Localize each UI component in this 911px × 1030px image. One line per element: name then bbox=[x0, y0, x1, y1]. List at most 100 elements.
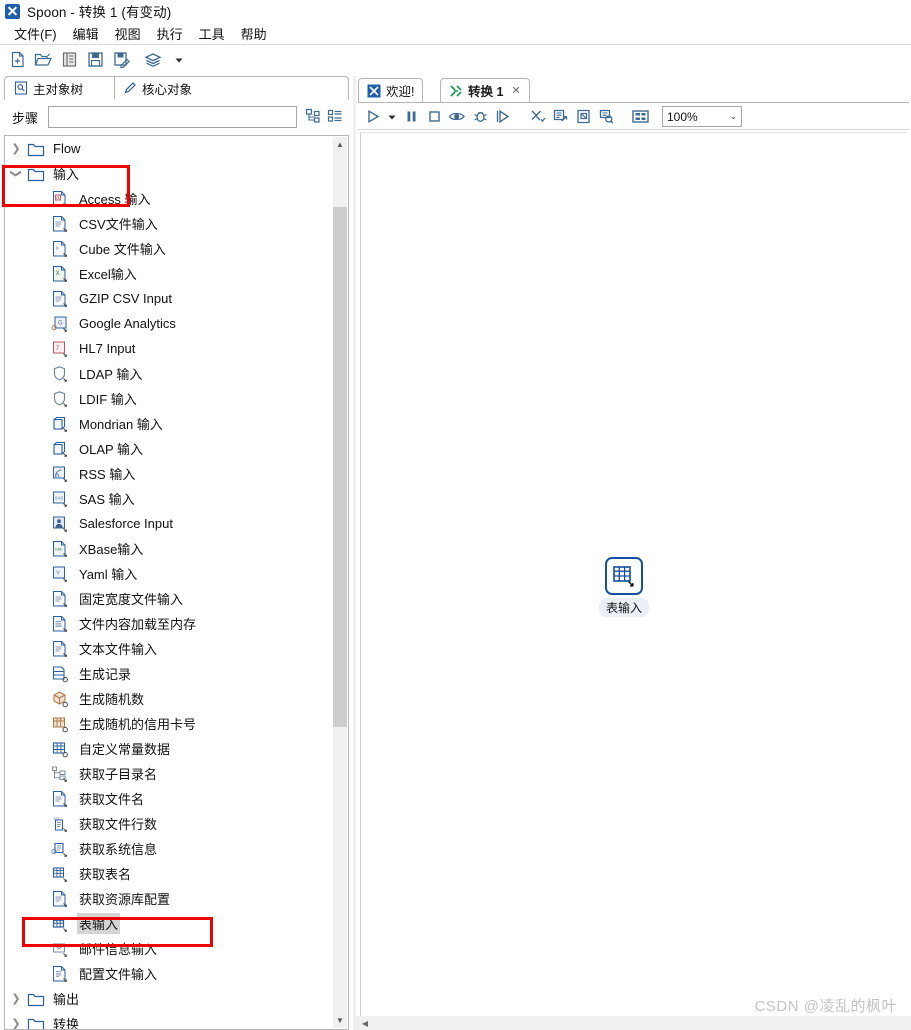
new-file-icon[interactable] bbox=[5, 48, 29, 72]
list-view-icon[interactable] bbox=[327, 108, 343, 127]
tree-step-row[interactable]: DBF XBase输入 bbox=[5, 536, 335, 561]
core-objects-tree[interactable]: ❯ Flow ❯ 输入 A Access 输入 CSV文件输入 # Cube 文件输入 X Exce… bbox=[4, 135, 349, 1030]
tree-row-label: 输入 bbox=[53, 167, 80, 182]
tree-row-label: 输出 bbox=[53, 992, 80, 1007]
tree-row-label: 生成随机的信用卡号 bbox=[79, 717, 197, 732]
transformation-log-icon[interactable] bbox=[549, 106, 571, 128]
scroll-up-arrow[interactable]: ▲ bbox=[333, 137, 347, 152]
tree-row-label: 配置文件输入 bbox=[79, 967, 158, 982]
tree-row-label: Yaml 输入 bbox=[79, 567, 138, 582]
zoom-level-select[interactable]: 100% ⌄ bbox=[662, 106, 742, 127]
tree-step-row[interactable]: 获取资源库配置 bbox=[5, 886, 335, 911]
get-table-names-icon bbox=[51, 865, 69, 883]
canvas-horizontal-scrollbar[interactable]: ◀ bbox=[356, 1016, 911, 1030]
replay-icon[interactable] bbox=[492, 106, 514, 128]
menu-run[interactable]: 执行 bbox=[149, 23, 191, 44]
tree-step-row[interactable]: LDAP 输入 bbox=[5, 361, 335, 386]
generate-credit-card-icon bbox=[51, 715, 69, 733]
tree-step-row[interactable]: 生成随机的信用卡号 bbox=[5, 711, 335, 736]
tree-folder-row[interactable]: ❯ Flow bbox=[5, 136, 335, 161]
tree-step-row[interactable]: 自定义常量数据 bbox=[5, 736, 335, 761]
tab-core-objects[interactable]: 核心对象 bbox=[114, 77, 201, 99]
tree-step-row[interactable]: 表输入 bbox=[5, 911, 335, 936]
tree-step-row[interactable]: X Excel输入 bbox=[5, 261, 335, 286]
tree-step-row[interactable]: 文本文件输入 bbox=[5, 636, 335, 661]
scrollbar-thumb[interactable] bbox=[333, 207, 347, 727]
scroll-down-arrow[interactable]: ▼ bbox=[333, 1013, 347, 1028]
preview-icon[interactable] bbox=[446, 106, 468, 128]
save-as-icon[interactable] bbox=[109, 48, 133, 72]
gzip-csv-input-icon bbox=[51, 290, 69, 308]
tree-step-row[interactable]: i 获取系统信息 bbox=[5, 836, 335, 861]
tree-step-row[interactable]: 配置文件输入 bbox=[5, 961, 335, 986]
svg-text:Y: Y bbox=[56, 571, 60, 577]
tree-step-row[interactable]: 文件内容加载至内存 bbox=[5, 611, 335, 636]
tree-step-row[interactable]: Mondrian 输入 bbox=[5, 411, 335, 436]
chevron-right-icon[interactable]: ❯ bbox=[5, 1017, 27, 1029]
tree-step-row[interactable]: RSS 输入 bbox=[5, 461, 335, 486]
tab-transformation-1[interactable]: 转换 1 ✕ bbox=[440, 78, 530, 102]
tree-folder-row[interactable]: ❯ 输入 bbox=[5, 161, 335, 186]
tree-step-row[interactable]: 获取表名 bbox=[5, 861, 335, 886]
xbase-input-icon: DBF bbox=[51, 540, 69, 558]
tree-step-row[interactable]: CSV文件输入 bbox=[5, 211, 335, 236]
tree-step-row[interactable]: SAS SAS 输入 bbox=[5, 486, 335, 511]
tree-step-row[interactable]: Y Yaml 输入 bbox=[5, 561, 335, 586]
layers-icon[interactable] bbox=[141, 48, 165, 72]
tree-step-row[interactable]: 生成随机数 bbox=[5, 686, 335, 711]
tree-row-label: LDIF 输入 bbox=[79, 392, 137, 407]
pause-icon[interactable] bbox=[400, 106, 422, 128]
tree-row-label: HL7 Input bbox=[79, 341, 136, 356]
editor-tab-strip: 欢迎! 转换 1 ✕ bbox=[358, 78, 909, 103]
menu-edit[interactable]: 编辑 bbox=[65, 23, 107, 44]
menu-tools[interactable]: 工具 bbox=[191, 23, 233, 44]
close-icon[interactable]: ✕ bbox=[511, 84, 520, 97]
tab-welcome[interactable]: 欢迎! bbox=[358, 78, 424, 102]
tree-step-row[interactable]: 获取文件名 bbox=[5, 786, 335, 811]
tree-folder-row[interactable]: ❯ 输出 bbox=[5, 986, 335, 1011]
tree-step-row[interactable]: Salesforce Input bbox=[5, 511, 335, 536]
chevron-down-icon[interactable] bbox=[167, 48, 191, 72]
canvas-toolbar: 100% ⌄ bbox=[358, 104, 909, 130]
tree-step-row[interactable]: 123 获取文件行数 bbox=[5, 811, 335, 836]
run-options-chevron-icon[interactable] bbox=[385, 106, 399, 128]
stop-icon[interactable] bbox=[423, 106, 445, 128]
chevron-right-icon[interactable]: ❯ bbox=[5, 142, 27, 155]
menu-help[interactable]: 帮助 bbox=[233, 23, 275, 44]
tree-step-row[interactable]: A Access 输入 bbox=[5, 186, 335, 211]
run-icon[interactable] bbox=[362, 106, 384, 128]
tree-step-row[interactable]: 7 HL7 Input bbox=[5, 336, 335, 361]
chevron-right-icon[interactable]: ❯ bbox=[5, 992, 27, 1005]
inspect-data-icon[interactable] bbox=[595, 106, 617, 128]
debug-icon[interactable] bbox=[469, 106, 491, 128]
tab-main-object-tree[interactable]: 主对象树 bbox=[6, 77, 91, 99]
step-filter-row: 步骤 bbox=[4, 103, 349, 131]
tree-step-row[interactable]: 固定宽度文件输入 bbox=[5, 586, 335, 611]
transformation-canvas[interactable]: 表输入 bbox=[360, 132, 907, 1016]
chevron-down-icon[interactable]: ❯ bbox=[10, 163, 23, 185]
canvas-step-table-input[interactable]: 表输入 bbox=[599, 557, 650, 617]
database-icon[interactable] bbox=[629, 106, 651, 128]
explorer-icon[interactable] bbox=[57, 48, 81, 72]
tree-step-row[interactable]: GZIP CSV Input bbox=[5, 286, 335, 311]
tree-row-label: LDAP 输入 bbox=[79, 367, 143, 382]
scroll-left-arrow[interactable]: ◀ bbox=[358, 1016, 372, 1030]
step-search-input[interactable] bbox=[48, 106, 297, 128]
menu-file[interactable]: 文件(F) bbox=[6, 23, 65, 44]
open-folder-icon[interactable] bbox=[31, 48, 55, 72]
tree-step-row[interactable]: G Google Analytics bbox=[5, 311, 335, 336]
expand-tree-icon[interactable] bbox=[305, 108, 321, 127]
tree-step-row[interactable]: OLAP 输入 bbox=[5, 436, 335, 461]
tree-step-row[interactable]: # Cube 文件输入 bbox=[5, 236, 335, 261]
tree-step-row[interactable]: LDIF 输入 bbox=[5, 386, 335, 411]
menu-view[interactable]: 视图 bbox=[107, 23, 149, 44]
save-icon[interactable] bbox=[83, 48, 107, 72]
tree-folder-row[interactable]: ❯ 转换 bbox=[5, 1011, 335, 1029]
tree-step-row[interactable]: 获取子目录名 bbox=[5, 761, 335, 786]
tree-step-row[interactable]: 生成记录 bbox=[5, 661, 335, 686]
tree-vertical-scrollbar[interactable]: ▲ ▼ bbox=[333, 137, 347, 1028]
ldif-input-icon bbox=[51, 390, 69, 408]
step-metrics-icon[interactable] bbox=[572, 106, 594, 128]
align-grid-icon[interactable] bbox=[526, 106, 548, 128]
tree-step-row[interactable]: 邮件信息输入 bbox=[5, 936, 335, 961]
